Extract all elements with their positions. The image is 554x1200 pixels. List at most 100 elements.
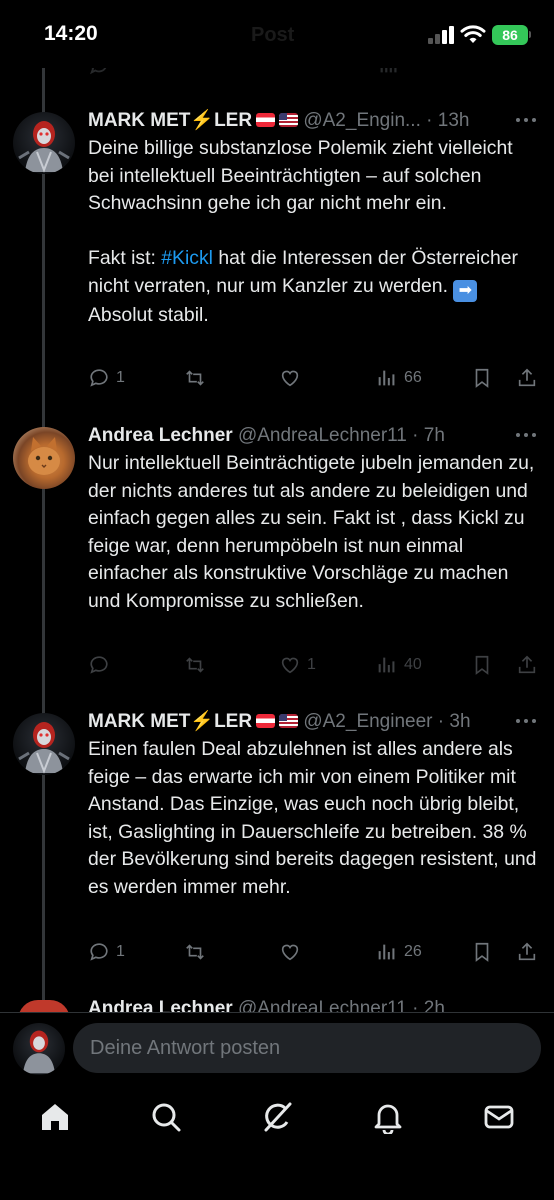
avatar[interactable] xyxy=(13,427,75,489)
reply-icon xyxy=(90,656,108,674)
nav-messages[interactable] xyxy=(482,1100,516,1134)
status-time: 14:20 xyxy=(44,22,98,45)
austria-flag-icon xyxy=(256,714,276,728)
reply-button[interactable]: 1 xyxy=(88,937,125,967)
battery-indicator: 86 xyxy=(492,25,528,45)
reply-count: 1 xyxy=(116,369,125,386)
robot-avatar-icon xyxy=(18,722,70,774)
header-title: Post xyxy=(251,24,295,46)
retweet-button[interactable] xyxy=(184,937,212,967)
tweet[interactable]: MARK MET⚡LER @A2_Engineer · 3h Einen fau… xyxy=(0,709,554,979)
battery-tip xyxy=(529,31,531,38)
austria-flag-icon xyxy=(256,113,276,127)
separator-dot: · xyxy=(432,711,450,732)
hashtag-link[interactable]: #Kickl xyxy=(161,247,213,269)
nav-search[interactable] xyxy=(149,1100,183,1134)
like-button[interactable]: 1 xyxy=(279,650,316,680)
reply-icon xyxy=(90,943,108,961)
bookmark-button[interactable] xyxy=(471,937,493,967)
retweet-button[interactable] xyxy=(184,363,212,393)
author-name-suffix: LER xyxy=(214,711,253,732)
author-handle[interactable]: @AndreaLechner11 xyxy=(238,425,407,446)
heart-icon xyxy=(281,657,299,674)
more-options-icon[interactable] xyxy=(516,118,538,124)
view-count: 26 xyxy=(404,943,422,960)
bell-icon xyxy=(374,1104,402,1136)
view-count: 66 xyxy=(404,369,422,386)
right-arrow-emoji-icon: ➡ xyxy=(453,279,478,302)
usa-flag-icon xyxy=(279,714,299,728)
avatar[interactable] xyxy=(13,112,75,174)
retweet-icon xyxy=(186,944,204,960)
views-icon xyxy=(378,657,395,673)
search-icon xyxy=(152,1103,181,1132)
lightning-icon: ⚡ xyxy=(190,711,215,732)
tweet-time[interactable]: 13h xyxy=(438,110,470,131)
reply-icon xyxy=(90,369,108,387)
author-name[interactable]: MARK MET xyxy=(88,711,190,732)
author-name[interactable]: Andrea Lechner xyxy=(88,425,233,446)
tweet-actions: 1 26 xyxy=(88,937,540,967)
tweet-header: MARK MET⚡LER @A2_Engineer · 3h xyxy=(88,709,524,735)
tweet-time[interactable]: 7h xyxy=(424,425,445,446)
view-count: 40 xyxy=(404,656,422,673)
wifi-icon xyxy=(460,25,486,43)
tweet-text: Einen faulen Deal abzulehnen ist alles a… xyxy=(88,738,542,898)
views-icon xyxy=(378,944,395,960)
tweet-header: Andrea Lechner @AndreaLechner11 · 7h xyxy=(88,423,524,449)
like-button[interactable] xyxy=(279,937,307,967)
reply-count: 1 xyxy=(116,943,125,960)
views-button[interactable]: 26 xyxy=(376,937,422,967)
views-button[interactable]: 40 xyxy=(376,650,422,680)
tweet[interactable]: Andrea Lechner @AndreaLechner11 · 7h Nur… xyxy=(0,423,554,693)
tweet-actions: 1 40 xyxy=(88,650,540,680)
tweet[interactable]: MARK MET⚡LER @A2_Engin... · 13h Deine bi… xyxy=(0,108,554,408)
tweet-actions: 1 66 xyxy=(88,363,540,393)
nav-notifications[interactable] xyxy=(371,1100,405,1136)
robot-avatar-icon xyxy=(23,1030,55,1074)
author-name[interactable]: MARK MET xyxy=(88,110,190,131)
nav-grok[interactable] xyxy=(260,1100,294,1134)
more-options-icon[interactable] xyxy=(516,433,538,439)
share-button[interactable] xyxy=(516,650,538,680)
heart-icon xyxy=(281,944,299,961)
bookmark-icon xyxy=(475,368,489,388)
nav-home[interactable] xyxy=(38,1100,72,1134)
bottom-nav xyxy=(0,1084,554,1200)
mail-icon xyxy=(484,1105,514,1129)
retweet-icon xyxy=(186,370,204,386)
views-button[interactable]: 66 xyxy=(376,363,422,393)
signal-icon xyxy=(428,26,456,44)
like-button[interactable] xyxy=(279,363,307,393)
retweet-button[interactable] xyxy=(184,650,212,680)
bookmark-button[interactable] xyxy=(471,363,493,393)
home-icon xyxy=(42,1104,68,1130)
like-count: 1 xyxy=(307,656,316,673)
usa-flag-icon xyxy=(279,113,299,127)
share-icon xyxy=(518,655,536,674)
separator-dot: · xyxy=(406,425,424,446)
bookmark-icon xyxy=(475,942,489,962)
avatar[interactable] xyxy=(13,713,75,775)
reply-button[interactable]: 1 xyxy=(88,363,125,393)
my-avatar[interactable] xyxy=(13,1023,65,1075)
more-options-icon[interactable] xyxy=(516,719,538,725)
status-bar: Post 14:20 86 xyxy=(0,0,554,68)
retweet-icon xyxy=(186,657,204,673)
author-handle[interactable]: @A2_Engineer xyxy=(303,711,432,732)
lightning-icon: ⚡ xyxy=(190,110,215,131)
author-name-suffix: LER xyxy=(214,110,253,131)
heart-icon xyxy=(281,370,299,387)
reply-input[interactable] xyxy=(73,1023,541,1073)
robot-avatar-icon xyxy=(18,121,70,173)
reply-button[interactable] xyxy=(88,650,116,680)
tweet-header: MARK MET⚡LER @A2_Engin... · 13h xyxy=(88,108,524,134)
tweet-time[interactable]: 3h xyxy=(449,711,470,732)
separator-dot: · xyxy=(420,110,438,131)
share-button[interactable] xyxy=(516,363,538,393)
views-icon xyxy=(378,370,395,386)
author-handle[interactable]: @A2_Engin... xyxy=(303,110,421,131)
grok-icon xyxy=(264,1102,292,1132)
share-button[interactable] xyxy=(516,937,538,967)
bookmark-button[interactable] xyxy=(471,650,493,680)
